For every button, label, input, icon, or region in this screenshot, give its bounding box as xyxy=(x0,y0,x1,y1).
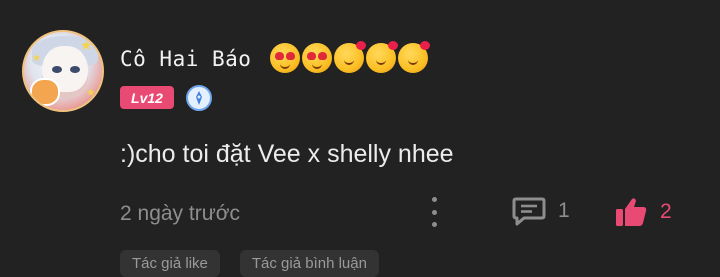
reply-button[interactable]: 1 xyxy=(512,196,570,226)
comment-time: 2 ngày trước xyxy=(120,202,241,225)
username[interactable]: Cô Hai Báo xyxy=(120,47,251,71)
smiling-face-with-hearts-emoji xyxy=(366,41,398,73)
heart-eyes-emoji xyxy=(270,43,300,73)
level-badge: Lv12 xyxy=(120,86,174,109)
more-options-icon[interactable] xyxy=(428,197,440,227)
mascot-sticker xyxy=(30,78,60,106)
heart-eyes-emoji xyxy=(302,43,332,73)
smiling-face-with-hearts-emoji xyxy=(398,41,430,73)
tag-author-liked: Tác giả like xyxy=(120,250,220,277)
comment-bubble-icon xyxy=(512,197,546,226)
thumbs-up-icon xyxy=(616,198,647,226)
reply-count: 1 xyxy=(558,199,570,222)
like-count: 2 xyxy=(660,200,672,223)
author-tags: Tác giả like Tác giả bình luận xyxy=(120,250,379,277)
comment-text: :)cho toi đặt Vee x shelly nhee xyxy=(120,140,454,168)
smiling-face-with-hearts-emoji xyxy=(334,41,366,73)
username-emojis xyxy=(270,41,430,73)
verified-pen-icon xyxy=(186,85,212,111)
like-button[interactable]: 2 xyxy=(614,196,672,228)
tag-author-commented: Tác giả bình luận xyxy=(239,250,379,277)
user-avatar[interactable]: ★ ★ ★ xyxy=(22,30,104,112)
